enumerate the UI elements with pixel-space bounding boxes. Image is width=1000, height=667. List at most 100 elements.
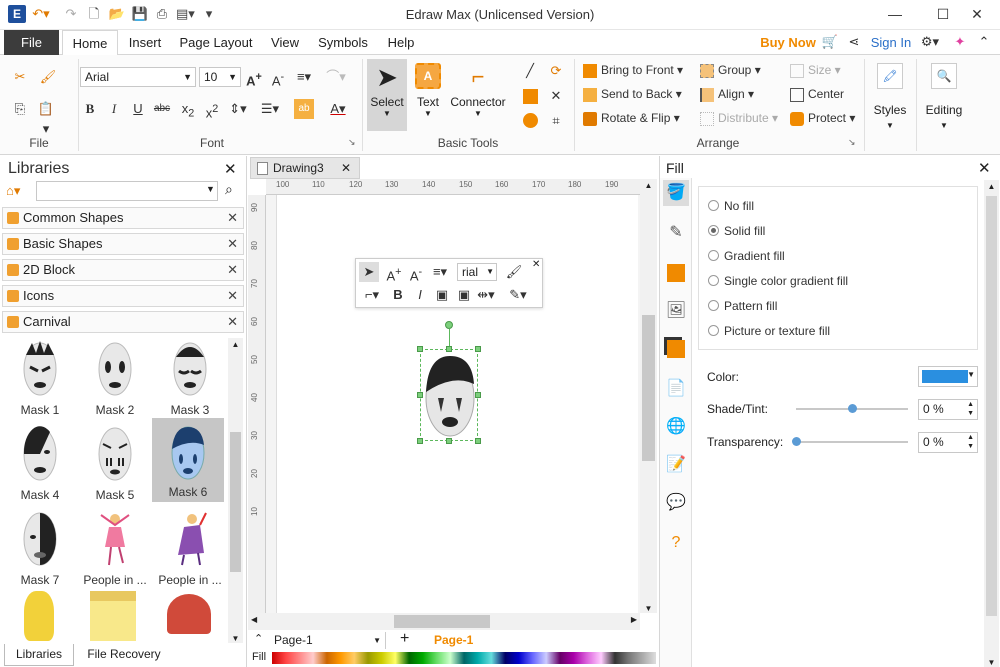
size-button[interactable]: Size ▾: [790, 63, 841, 78]
close-icon[interactable]: ✕: [227, 286, 238, 306]
editing-button[interactable]: 🔍 Editing ▼: [920, 61, 968, 147]
pointer-icon[interactable]: ➤: [359, 262, 379, 282]
tab-symbols[interactable]: Symbols: [312, 30, 374, 55]
crop-tool-icon[interactable]: ⌗: [546, 111, 566, 131]
page-select[interactable]: Page-1 ▼: [274, 632, 386, 649]
line-spacing-icon[interactable]: ⇕▾: [228, 99, 248, 119]
tab-home[interactable]: Home: [62, 30, 118, 56]
rectangle-tool-icon[interactable]: [523, 89, 538, 104]
comment-icon[interactable]: 💬: [663, 490, 689, 516]
fill-panel-close-icon[interactable]: ✕: [978, 159, 991, 177]
help-icon[interactable]: ?: [663, 530, 689, 556]
close-button[interactable]: ✕: [954, 0, 1000, 30]
shape-mask-3[interactable]: Mask 3: [154, 336, 226, 420]
font-color-icon[interactable]: A▾: [328, 99, 348, 119]
page-nav-up-icon[interactable]: ⌃: [254, 632, 263, 645]
add-page-icon[interactable]: +: [400, 630, 409, 648]
underline-icon[interactable]: U: [128, 99, 148, 119]
shrink-font-icon[interactable]: A-: [268, 67, 288, 88]
library-search-input[interactable]: [36, 181, 218, 201]
buy-now-link[interactable]: Buy Now: [758, 30, 818, 55]
notes-icon[interactable]: 📝: [663, 452, 689, 478]
scroll-down-icon[interactable]: ▼: [640, 604, 657, 613]
library-item-icons[interactable]: Icons ✕: [2, 285, 244, 307]
library-item-common-shapes[interactable]: Common Shapes ✕: [2, 207, 244, 229]
select-tool-button[interactable]: ➤ Select ▼: [367, 59, 407, 131]
sign-in-link[interactable]: Sign In: [866, 30, 916, 55]
fill-bucket-icon[interactable]: 🪣: [663, 180, 689, 206]
shade-tint-slider[interactable]: [796, 404, 908, 413]
resize-handle-s[interactable]: [446, 438, 452, 444]
shape-people-1[interactable]: People in ...: [79, 506, 151, 590]
dialog-launcher-arrange-icon[interactable]: ↘: [848, 137, 856, 148]
format-painter-icon[interactable]: 🖌: [38, 67, 58, 87]
shape-mushroom-icon[interactable]: [167, 594, 211, 634]
shape-mask-5[interactable]: Mask 5: [79, 421, 151, 505]
align-menu-icon[interactable]: ≡▾: [430, 262, 450, 282]
gallery-scrollbar[interactable]: ▲ ▼: [228, 338, 243, 643]
bold-icon[interactable]: B: [388, 285, 408, 305]
theme-icon[interactable]: ✦: [950, 32, 970, 52]
tab-insert[interactable]: Insert: [120, 30, 170, 55]
color-picker[interactable]: ▼: [918, 366, 978, 387]
scroll-up-icon[interactable]: ▲: [640, 179, 657, 193]
ribbon-collapse-icon[interactable]: ⌃: [974, 32, 994, 52]
resize-handle-n[interactable]: [446, 346, 452, 352]
libraries-close-icon[interactable]: ✕: [224, 160, 237, 178]
shrink-font-icon[interactable]: A-: [406, 262, 426, 283]
scroll-up-icon[interactable]: ▲: [228, 338, 243, 352]
resize-handle-nw[interactable]: [417, 346, 423, 352]
bring-front-icon[interactable]: ▣: [432, 285, 452, 305]
format-painter-icon[interactable]: 🖌: [504, 262, 524, 282]
library-item-carnival[interactable]: Carnival ✕: [2, 311, 244, 333]
resize-handle-e[interactable]: [475, 392, 481, 398]
library-item-2d-block[interactable]: 2D Block ✕: [2, 259, 244, 281]
shape-mask-1[interactable]: Mask 1: [4, 336, 76, 420]
resize-handle-sw[interactable]: [417, 438, 423, 444]
cut-icon[interactable]: ✂: [10, 67, 30, 87]
cart-icon[interactable]: 🛒: [820, 32, 840, 52]
transparency-slider[interactable]: [792, 437, 908, 446]
tab-file-recovery[interactable]: File Recovery: [82, 644, 166, 666]
shade-tint-slider-thumb[interactable]: [848, 404, 857, 413]
canvas-vertical-scrollbar[interactable]: ▲ ▼: [640, 179, 657, 613]
highlight-icon[interactable]: ab: [294, 99, 314, 119]
scroll-down-icon[interactable]: ▼: [228, 634, 243, 643]
resize-handle-se[interactable]: [475, 438, 481, 444]
italic-icon[interactable]: I: [410, 285, 430, 305]
close-icon[interactable]: ✕: [227, 260, 238, 280]
rotate-flip-button[interactable]: Rotate & Flip ▾: [583, 111, 680, 126]
shape-bird-icon[interactable]: [24, 591, 54, 641]
strikethrough-icon[interactable]: abc: [152, 99, 172, 119]
shape-mask-6[interactable]: Mask 6: [152, 418, 224, 502]
protect-button[interactable]: Protect ▾: [790, 111, 855, 126]
close-icon[interactable]: ✕: [227, 234, 238, 254]
resize-handle-ne[interactable]: [475, 346, 481, 352]
scroll-thumb[interactable]: [642, 315, 655, 461]
center-button[interactable]: Center: [790, 87, 844, 102]
globe-icon[interactable]: 🌐: [663, 414, 689, 440]
shade-tint-spinner[interactable]: 0 % ▲ ▼: [918, 399, 978, 420]
distribute-button[interactable]: Distribute ▾: [700, 111, 778, 126]
group-button[interactable]: Group ▾: [700, 63, 761, 78]
selected-mask-shape[interactable]: [420, 349, 478, 441]
canvas-horizontal-scrollbar[interactable]: ◀ ▶: [248, 613, 640, 630]
tab-view[interactable]: View: [264, 30, 306, 55]
paste-icon[interactable]: 📋▾: [36, 99, 56, 136]
style-icon[interactable]: ✎▾: [508, 285, 528, 305]
transparency-slider-thumb[interactable]: [792, 437, 801, 446]
library-search-dropdown-icon[interactable]: ▼: [206, 184, 215, 194]
line-tool-icon[interactable]: ╱: [520, 61, 540, 81]
scroll-right-icon[interactable]: ▶: [631, 615, 637, 624]
subscript-icon[interactable]: x2: [178, 99, 198, 120]
bullets-icon[interactable]: ☰▾: [260, 99, 280, 119]
scroll-thumb[interactable]: [394, 615, 490, 628]
font-size-combo[interactable]: 10 ▼: [199, 67, 241, 87]
line-style-icon[interactable]: ✎: [663, 220, 689, 246]
scroll-up-icon[interactable]: ▲: [984, 180, 999, 194]
bring-to-front-button[interactable]: Bring to Front ▾: [583, 63, 683, 78]
send-back-icon[interactable]: ▣: [454, 285, 474, 305]
shape-people-2[interactable]: People in ...: [154, 506, 226, 590]
arc-tool-icon[interactable]: ⟳: [546, 61, 566, 81]
file-tab[interactable]: File: [4, 30, 59, 55]
